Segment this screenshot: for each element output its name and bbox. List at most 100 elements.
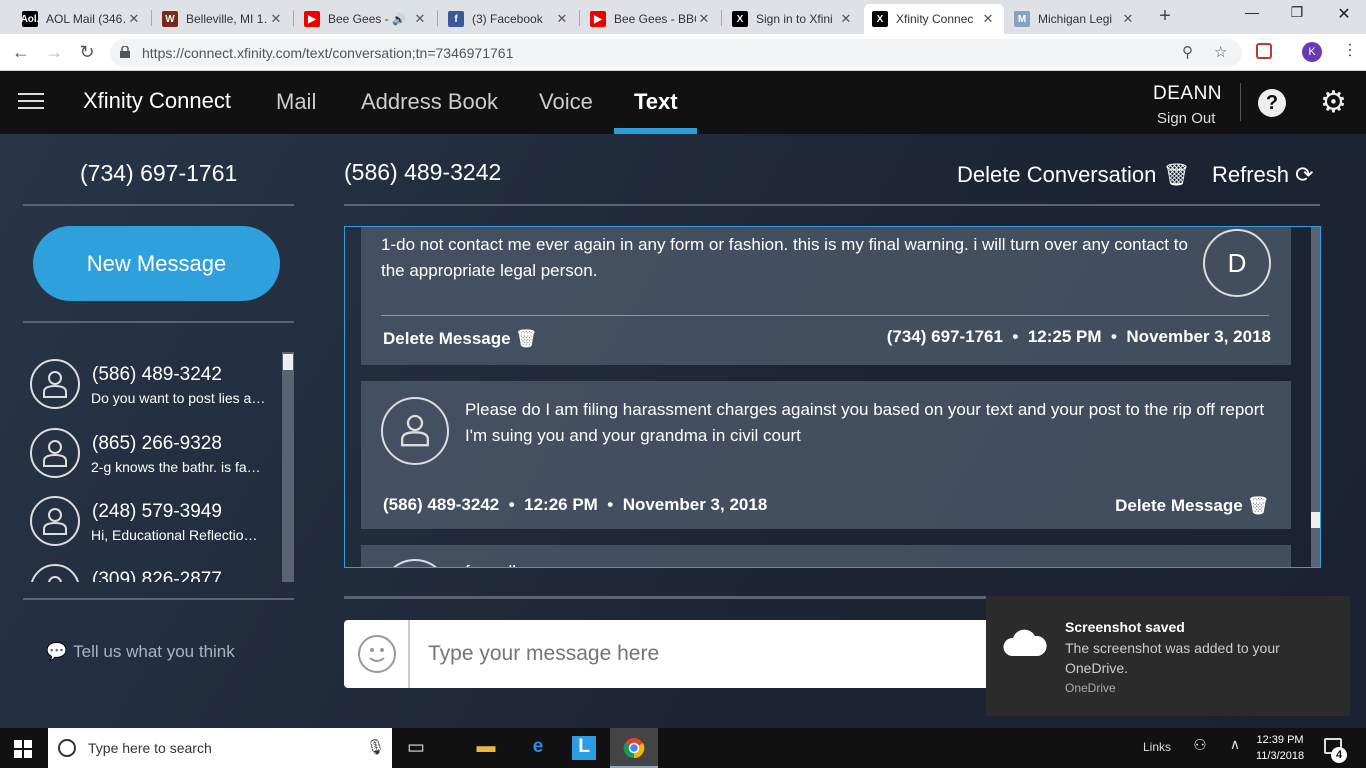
hamburger-menu-icon[interactable] bbox=[18, 93, 44, 111]
conversation-item[interactable]: (586) 489-3242 Do you want to post lies … bbox=[30, 356, 270, 422]
close-tab-icon[interactable]: ✕ bbox=[554, 11, 570, 27]
aol-icon: Aol. bbox=[21, 11, 39, 27]
refresh-button[interactable]: Refresh ⟳ bbox=[1212, 162, 1314, 188]
gear-icon[interactable]: ⚙ bbox=[1320, 85, 1347, 120]
nav-text[interactable]: Text bbox=[634, 89, 678, 115]
forward-button[interactable]: → bbox=[43, 42, 65, 64]
app-header: Xfinity Connect Mail Address Book Voice … bbox=[0, 71, 1366, 134]
emoji-icon[interactable] bbox=[358, 635, 396, 673]
scrollbar-thumb[interactable] bbox=[1311, 512, 1320, 528]
browser-tab[interactable]: W Belleville, MI 1… ✕ bbox=[154, 4, 292, 34]
new-tab-button[interactable]: + bbox=[1154, 6, 1176, 28]
nav-voice[interactable]: Voice bbox=[539, 89, 593, 115]
contact-avatar-icon bbox=[381, 397, 449, 465]
browser-tab[interactable]: f (3) Facebook ✕ bbox=[440, 4, 578, 34]
browser-menu-icon[interactable]: ⋯ bbox=[1340, 42, 1359, 58]
system-clock[interactable]: 12:39 PM 11/3/2018 bbox=[1256, 732, 1304, 764]
facebook-icon: f bbox=[448, 11, 464, 27]
taskbar-search[interactable]: Type here to search 🎙 bbox=[48, 728, 392, 768]
scrollbar-thumb[interactable] bbox=[283, 354, 293, 370]
close-tab-icon[interactable]: ✕ bbox=[126, 11, 142, 27]
extension-icon[interactable] bbox=[1256, 43, 1272, 59]
people-icon[interactable]: ⚇ bbox=[1190, 736, 1210, 760]
user-name: DEANN bbox=[1153, 83, 1223, 104]
conversation-item[interactable]: (865) 266-9328 2-g knows the bathr. is f… bbox=[30, 425, 270, 491]
conversation-list[interactable]: (586) 489-3242 Do you want to post lies … bbox=[23, 352, 295, 582]
new-message-button[interactable]: New Message bbox=[33, 226, 280, 301]
file-explorer-icon[interactable]: ▬ bbox=[472, 736, 500, 760]
conversation-list-scrollbar[interactable] bbox=[282, 352, 294, 582]
tab-title: (3) Facebook bbox=[472, 12, 543, 26]
lock-icon bbox=[120, 46, 130, 58]
zoom-icon[interactable]: ⚲ bbox=[1182, 43, 1193, 61]
brand-logo[interactable]: Xfinity Connect bbox=[83, 88, 231, 114]
restore-button[interactable]: ❐ bbox=[1285, 4, 1309, 26]
bookmark-star-icon[interactable]: ☆ bbox=[1214, 43, 1227, 61]
message-divider bbox=[381, 315, 1269, 316]
close-tab-icon[interactable]: ✕ bbox=[1120, 11, 1136, 27]
delete-message-button[interactable]: Delete Message 🗑 bbox=[383, 329, 537, 349]
address-bar[interactable]: https://connect.xfinity.com/text/convers… bbox=[110, 39, 1242, 67]
sign-out-link[interactable]: Sign Out bbox=[1157, 110, 1215, 127]
message-date: November 3, 2018 bbox=[622, 495, 768, 514]
close-window-button[interactable]: ✕ bbox=[1332, 4, 1356, 26]
my-phone-number: (734) 697-1761 bbox=[80, 160, 238, 186]
close-tab-icon[interactable]: ✕ bbox=[268, 11, 284, 27]
compose-box bbox=[344, 620, 1004, 688]
notification-app: OneDrive bbox=[1065, 681, 1116, 695]
contact-avatar-icon bbox=[30, 428, 80, 478]
browser-tab[interactable]: X Sign in to Xfini ✕ bbox=[724, 4, 862, 34]
feedback-link[interactable]: 💬 Tell us what you think bbox=[46, 642, 235, 662]
back-button[interactable]: ← bbox=[10, 42, 32, 64]
message-meta: (586) 489-3242 • 12:26 PM • November 3, … bbox=[383, 495, 768, 514]
conversation-number: (248) 579-3949 bbox=[92, 501, 222, 522]
message-card: 1-do not contact me ever again in any fo… bbox=[361, 227, 1291, 365]
microphone-icon[interactable]: 🎙 bbox=[366, 738, 385, 756]
browser-tab-active[interactable]: X Xfinity Connec ✕ bbox=[864, 4, 1004, 34]
browser-tab[interactable]: M Michigan Legi ✕ bbox=[1006, 4, 1144, 34]
message-body: Please do I am filing harassment charges… bbox=[465, 400, 1265, 445]
help-icon[interactable]: ? bbox=[1258, 89, 1286, 117]
message-thread[interactable]: 1-do not contact me ever again in any fo… bbox=[344, 226, 1321, 568]
message-body: f… …ll bbox=[465, 559, 1265, 567]
close-tab-icon[interactable]: ✕ bbox=[412, 11, 428, 27]
conversation-item[interactable]: (309) 826-2877 bbox=[30, 561, 270, 582]
browser-tab[interactable]: ▶ Bee Gees - 🔊 ✕ bbox=[296, 4, 436, 34]
nav-mail[interactable]: Mail bbox=[276, 89, 316, 115]
conversation-item[interactable]: (248) 579-3949 Hi, Educational Reflectio… bbox=[30, 493, 270, 559]
browser-toolbar: ← → ↻ https://connect.xfinity.com/text/c… bbox=[0, 34, 1366, 71]
contact-avatar-icon bbox=[30, 496, 80, 546]
delete-message-label: Delete Message bbox=[1115, 496, 1243, 515]
trash-icon: 🗑 bbox=[515, 329, 537, 348]
chat-bubble-icon: 💬 bbox=[46, 642, 68, 661]
contact-avatar-icon bbox=[30, 564, 80, 582]
chevron-up-icon[interactable]: ∧ bbox=[1226, 736, 1244, 760]
onedrive-notification[interactable]: Screenshot saved The screenshot was adde… bbox=[986, 596, 1350, 716]
conversation-number: (586) 489-3242 bbox=[92, 364, 222, 385]
close-tab-icon[interactable]: ✕ bbox=[838, 11, 854, 27]
message-card: f… …ll bbox=[361, 545, 1291, 567]
nav-address-book[interactable]: Address Book bbox=[361, 89, 498, 115]
edge-icon[interactable]: e bbox=[524, 736, 552, 760]
audio-playing-icon[interactable]: 🔊 bbox=[392, 13, 406, 26]
message-input[interactable] bbox=[428, 642, 988, 666]
delete-message-button[interactable]: Delete Message 🗑 bbox=[1115, 496, 1269, 516]
browser-tab[interactable]: ▶ Bee Gees - BBC ✕ bbox=[582, 4, 720, 34]
notification-title: Screenshot saved bbox=[1065, 619, 1185, 635]
minimize-button[interactable]: — bbox=[1240, 4, 1264, 26]
reload-button[interactable]: ↻ bbox=[76, 42, 98, 64]
profile-avatar[interactable]: K bbox=[1302, 42, 1322, 62]
task-view-icon[interactable]: ▭ bbox=[404, 736, 428, 760]
tab-title: Michigan Legi bbox=[1038, 12, 1113, 26]
app-l-icon[interactable]: L bbox=[572, 736, 596, 760]
chrome-taskbar-button[interactable] bbox=[610, 728, 658, 768]
tab-title: Xfinity Connec bbox=[896, 12, 974, 26]
message-divider bbox=[381, 481, 1269, 482]
close-tab-icon[interactable]: ✕ bbox=[696, 11, 712, 27]
delete-conversation-button[interactable]: Delete Conversation 🗑 bbox=[957, 162, 1190, 188]
windows-start-icon[interactable] bbox=[14, 740, 32, 758]
header-divider bbox=[1240, 83, 1241, 121]
browser-tab[interactable]: Aol. AOL Mail (346… ✕ bbox=[14, 4, 150, 34]
close-tab-icon[interactable]: ✕ bbox=[980, 11, 996, 27]
links-toolbar[interactable]: Links bbox=[1143, 740, 1171, 754]
